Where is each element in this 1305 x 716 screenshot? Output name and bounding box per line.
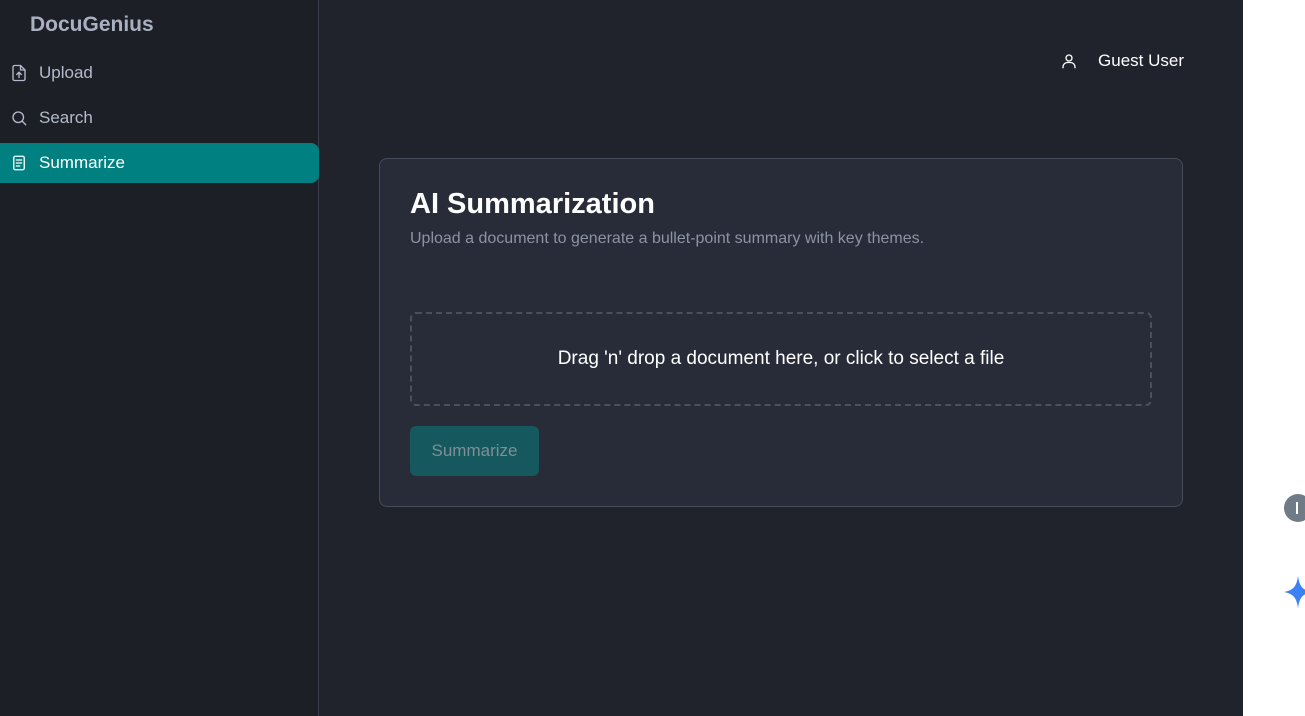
right-side-panel [1243,0,1305,716]
sidebar-item-search[interactable]: Search [0,98,319,138]
sidebar-item-label: Summarize [39,153,125,172]
document-icon [10,154,28,172]
user-menu[interactable]: Guest User [1060,51,1184,71]
main-content: Guest User AI Summarization Upload a doc… [319,0,1243,716]
sidebar-item-upload[interactable]: Upload [0,53,319,93]
summarize-button[interactable]: Summarize [410,426,539,476]
file-dropzone[interactable]: Drag 'n' drop a document here, or click … [410,312,1152,406]
summarization-card: AI Summarization Upload a document to ge… [379,158,1183,507]
sidebar-nav: Upload Search Summarize [0,53,319,188]
user-icon [1060,52,1078,70]
sidebar: DocuGenius Upload Search Summarize [0,0,319,716]
search-icon [10,109,28,127]
brand-logo: DocuGenius [30,13,154,36]
sidebar-item-label: Upload [39,63,93,82]
dropzone-text: Drag 'n' drop a document here, or click … [557,348,1005,369]
file-upload-icon [10,64,28,82]
sidebar-item-summarize[interactable]: Summarize [0,143,319,183]
user-name: Guest User [1098,51,1184,70]
page-subtitle: Upload a document to generate a bullet-p… [410,230,925,247]
sparkle-icon[interactable] [1284,576,1305,608]
page-title: AI Summarization [410,188,655,220]
sidebar-item-label: Search [39,108,93,127]
info-badge-icon[interactable] [1284,494,1305,522]
app-root: DocuGenius Upload Search Summarize Guest… [0,0,1305,716]
